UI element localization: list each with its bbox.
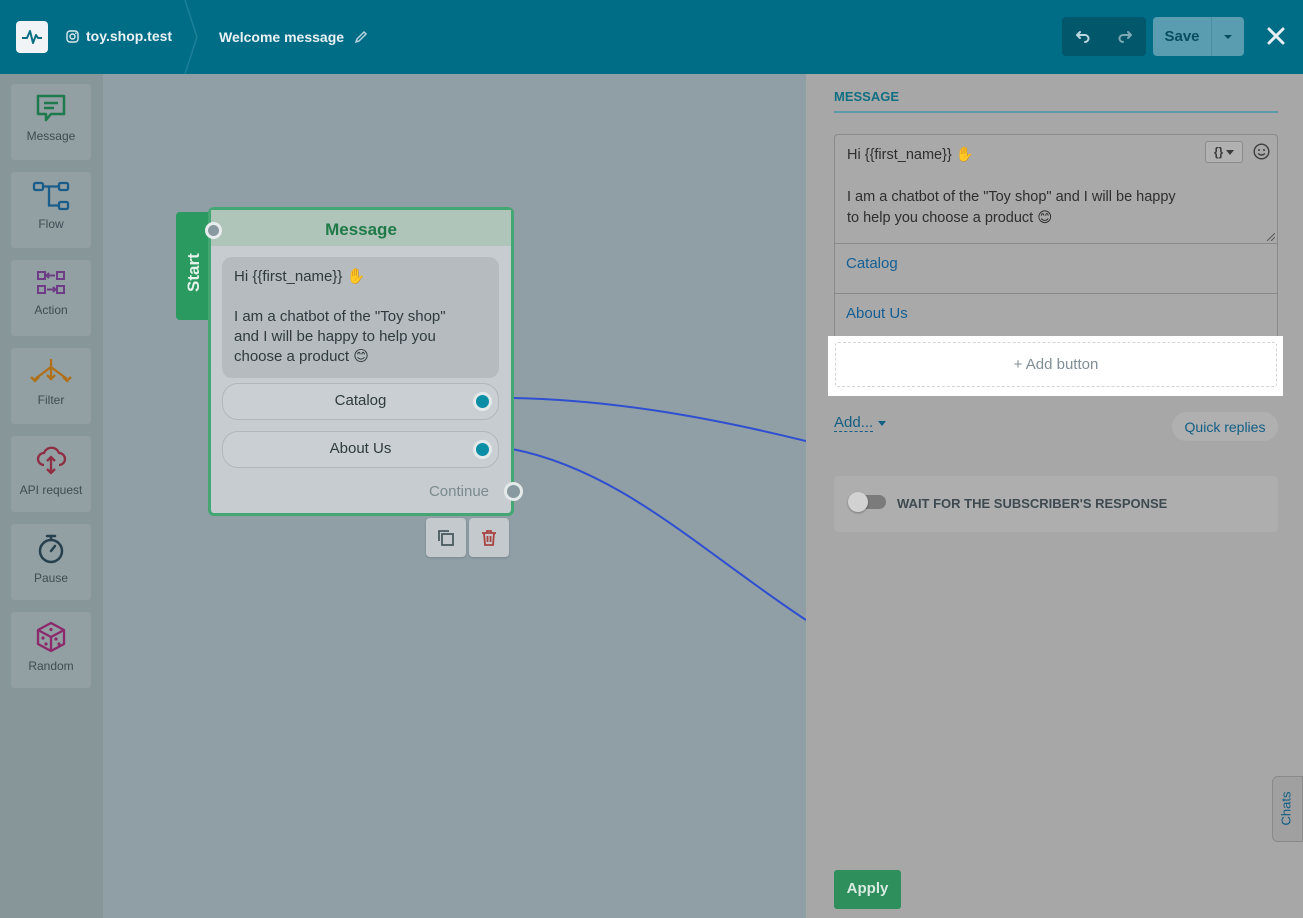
add-content-dropdown[interactable]: Add... [834,414,874,432]
button-output-port[interactable] [473,392,492,411]
panel-button-catalog[interactable]: Catalog [834,244,1278,294]
add-button-highlight: + Add button [828,336,1283,396]
message-text: Hi {{first_name}} ✋ I am a chatbot of th… [234,268,446,365]
trash-icon [482,529,496,546]
message-settings-panel: MESSAGE Hi {{first_name}} ✋ I am a chatb… [806,74,1303,918]
chats-label: Chats [1278,791,1294,826]
start-label: Start [184,253,203,292]
node-button-label: About Us [329,440,392,457]
tab-underline [834,111,1278,113]
button-output-port[interactable] [473,440,492,459]
continue-label: Continue [428,483,489,500]
undo-icon [1076,30,1090,43]
panel-button-label: Catalog [846,255,898,272]
undo-redo-group [1062,17,1146,56]
toggle-knob [848,492,868,512]
message-bubble[interactable]: Hi {{first_name}} ✋ I am a chatbot of th… [222,257,499,378]
wait-response-label: WAIT FOR THE SUBSCRIBER'S RESPONSE [897,496,1168,511]
wire-about-us [511,448,806,621]
save-group: Save [1153,17,1244,56]
panel-button-label: About Us [846,305,908,322]
chevron-down-icon [1224,34,1232,39]
quick-replies-button[interactable]: Quick replies [1172,412,1278,441]
message-node[interactable]: Message Hi {{first_name}} ✋ I am a chatb… [205,207,523,516]
redo-icon [1118,30,1132,43]
node-button-label: Catalog [334,392,387,409]
node-input-port[interactable] [205,222,222,239]
wait-response-toggle[interactable] [848,492,886,512]
tab-message[interactable]: MESSAGE [834,89,899,104]
chats-side-tab[interactable]: Chats [1272,776,1303,842]
save-dropdown-button[interactable] [1212,17,1244,56]
emoji-button[interactable] [1251,141,1271,161]
apply-button[interactable]: Apply [834,870,901,909]
node-button-about-us[interactable]: About Us [222,431,499,468]
duplicate-node-button[interactable] [426,518,466,557]
node-button-catalog[interactable]: Catalog [222,383,499,420]
smiley-icon [1252,142,1270,160]
copy-icon [438,529,454,546]
wire-catalog [511,397,806,442]
undo-button[interactable] [1062,17,1104,56]
resize-handle-icon[interactable] [1267,233,1275,241]
chevron-down-icon [1226,149,1235,155]
close-button[interactable] [1262,22,1290,50]
editor-text[interactable]: Hi {{first_name}} ✋ I am a chatbot of th… [847,145,1176,229]
save-button[interactable]: Save [1153,17,1212,56]
message-text-editor[interactable]: Hi {{first_name}} ✋ I am a chatbot of th… [834,134,1278,244]
chevron-down-icon [878,421,886,426]
continue-output-port[interactable] [504,482,523,501]
close-icon [1267,27,1285,45]
node-title: Message [211,210,511,246]
variables-dropdown[interactable]: {} [1205,141,1243,163]
braces-icon: {} [1213,145,1224,159]
add-button[interactable]: + Add button [835,342,1277,387]
wait-response-option: WAIT FOR THE SUBSCRIBER'S RESPONSE [834,476,1278,532]
redo-button[interactable] [1104,17,1146,56]
delete-node-button[interactable] [469,518,509,557]
